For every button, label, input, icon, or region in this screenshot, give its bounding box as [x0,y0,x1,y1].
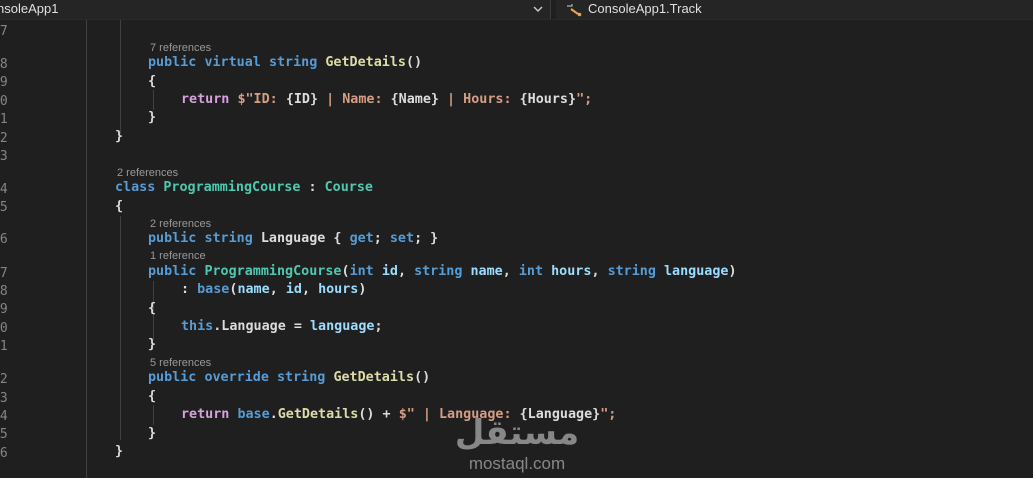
member-dropdown-label: ConsoleApp1.Track [588,1,702,16]
indent-guide [153,90,154,110]
code-line[interactable]: } [148,425,156,443]
code-line[interactable]: } [115,443,123,461]
line-number: 57 [0,266,8,281]
code-line[interactable]: } [148,109,156,127]
line-number: 60 [0,321,8,336]
code-line[interactable]: { [148,388,156,406]
line-number: 61 [0,339,8,354]
code-line[interactable]: } [148,336,156,354]
code-line[interactable]: public string Language { get; set; } [148,230,438,248]
line-number: 48 [0,57,8,72]
code-line[interactable]: { [148,73,156,91]
svg-text:مستقل: مستقل [455,413,579,453]
code-line[interactable]: public override string GetDetails() [148,369,430,387]
mostaql-watermark: مستقل mostaql.com [452,410,582,473]
indent-guide [120,216,121,440]
line-number: 47 [0,24,8,39]
line-number: 53 [0,149,8,164]
codelens-references[interactable]: 2 references [117,166,178,180]
member-wrench-icon [567,4,582,17]
line-number: 58 [0,284,8,299]
line-number: 49 [0,75,8,90]
codelens-references[interactable]: 7 references [150,41,211,55]
codelens-references[interactable]: 2 references [150,217,211,231]
mostaql-logo: مستقل [455,413,579,453]
code-line[interactable]: return $"ID: {ID} | Name: {Name} | Hours… [181,91,592,109]
watermark-url: mostaql.com [468,454,566,473]
line-number: 55 [0,200,8,215]
navigation-bar: nsoleApp1 ConsoleApp1.Track [0,0,1033,20]
line-number: 52 [0,131,8,146]
code-line[interactable]: { [115,198,123,216]
code-line[interactable]: this.Language = language; [181,318,383,336]
line-number: 65 [0,427,8,442]
code-line[interactable]: { [148,300,156,318]
line-number: 66 [0,446,8,461]
line-number: 59 [0,302,8,317]
indent-guide [120,20,121,134]
line-number: 64 [0,409,8,424]
codelens-references[interactable]: 1 reference [150,249,206,263]
line-number: 51 [0,112,8,127]
line-number: 50 [0,94,8,109]
code-line[interactable]: public virtual string GetDetails() [148,54,422,72]
indent-guide [86,20,87,478]
line-number: 62 [0,372,8,387]
codelens-references[interactable]: 5 references [150,356,211,370]
indent-guide [153,405,154,425]
project-dropdown[interactable]: nsoleApp1 [0,0,551,19]
code-line[interactable]: class ProgrammingCourse : Course [115,179,373,197]
code-line[interactable]: public ProgrammingCourse(int id, string … [148,263,737,281]
code-line[interactable]: : base(name, id, hours) [181,281,366,299]
line-number: 54 [0,182,8,197]
project-dropdown-label: nsoleApp1 [0,1,59,16]
member-dropdown[interactable]: ConsoleApp1.Track [556,0,1033,19]
code-line[interactable]: } [115,128,123,146]
line-number: 63 [0,391,8,406]
chevron-down-icon[interactable] [530,0,546,19]
line-number: 56 [0,232,8,247]
